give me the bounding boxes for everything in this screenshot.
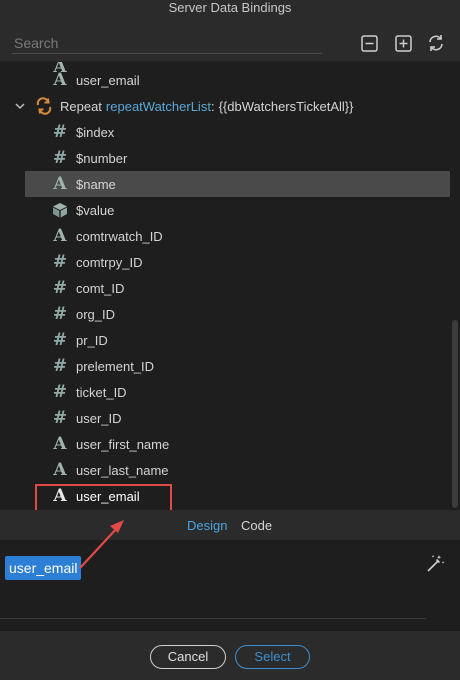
chevron-down-icon[interactable] — [14, 100, 28, 112]
text-type-icon: A — [53, 69, 67, 90]
tree-item-label: user_email — [76, 488, 140, 504]
repeat-icon — [34, 96, 54, 116]
dialog-footer: Cancel Select — [0, 630, 460, 680]
minus-square-icon — [360, 34, 378, 52]
toolbar — [0, 22, 460, 62]
tree-item-repeat[interactable]: Repeat repeatWatcherList: {{dbWatchersTi… — [14, 93, 460, 119]
object-type-icon — [50, 200, 70, 220]
tree-item-label: comtrwatch_ID — [76, 228, 163, 244]
bindings-tree: A A user_email Repeat repeatWatcherList:… — [0, 62, 460, 510]
number-type-icon: # — [52, 251, 68, 272]
refresh-button[interactable] — [426, 33, 446, 53]
tree-item-label: $number — [76, 150, 128, 166]
tree-item-label: user_email — [76, 72, 140, 88]
tree-item-label: $name — [76, 176, 116, 192]
tree-item[interactable]: # comt_ID — [50, 275, 460, 301]
tree-scrollbar[interactable] — [450, 62, 460, 510]
tree-item-label: ticket_ID — [76, 384, 127, 400]
number-type-icon: # — [52, 407, 68, 428]
add-binding-button[interactable] — [393, 33, 413, 53]
editor-tabs: Design Code — [0, 510, 460, 540]
tree-item[interactable]: Auser_last_name — [50, 457, 460, 483]
tree-item[interactable]: Auser_email — [50, 483, 460, 509]
binding-editor[interactable]: user_email — [0, 540, 460, 630]
text-type-icon: A — [53, 459, 67, 480]
tree-item[interactable]: A $name — [25, 171, 450, 197]
tree-item-label: org_ID — [76, 306, 116, 322]
tree-item[interactable]: Acomtrwatch_ID — [50, 223, 460, 249]
refresh-icon — [429, 35, 443, 51]
text-type-icon: A — [53, 433, 67, 454]
number-type-icon: # — [52, 303, 68, 324]
tree-item-label: pr_ID — [76, 332, 108, 348]
number-type-icon: # — [52, 381, 68, 402]
number-type-icon: # — [52, 121, 68, 142]
tree-item-label: comt_ID — [76, 280, 125, 296]
tree-item[interactable]: # $number — [50, 145, 460, 171]
tree-item-label: prelement_ID — [76, 358, 155, 374]
tree-item-label: user_first_name — [76, 436, 170, 452]
editor-divider — [0, 618, 426, 619]
tree-item-label: user_last_name — [76, 462, 169, 478]
number-type-icon: # — [52, 277, 68, 298]
tree-item-label: comtrpy_ID — [76, 254, 143, 270]
tree-item[interactable]: # pr_ID — [50, 327, 460, 353]
number-type-icon: # — [52, 147, 68, 168]
search-input[interactable] — [12, 32, 322, 54]
text-type-icon: A — [53, 173, 67, 194]
tree-item[interactable]: # $index — [50, 119, 460, 145]
tree-item-label: user_ID — [76, 410, 122, 426]
repeat-name: repeatWatcherList: — [105, 98, 215, 114]
repeat-prefix: Repeat — [60, 98, 102, 114]
tab-code[interactable]: Code — [241, 518, 272, 533]
tree-item-label: $index — [76, 124, 115, 140]
collapse-all-button[interactable] — [359, 33, 379, 53]
plus-square-icon — [394, 34, 412, 52]
tree-item-user-email-top[interactable]: A user_email — [50, 67, 460, 93]
select-button[interactable]: Select — [235, 645, 310, 669]
scroll-thumb[interactable] — [452, 320, 458, 508]
tree-item[interactable]: # ticket_ID — [50, 379, 460, 405]
tree-item[interactable]: # org_ID — [50, 301, 460, 327]
magic-wand-button[interactable] — [425, 554, 445, 574]
tree-item-label: $value — [76, 202, 115, 218]
tree-item[interactable]: $value — [50, 197, 460, 223]
tab-design[interactable]: Design — [187, 518, 227, 533]
text-type-icon: A — [53, 225, 67, 246]
tree-item[interactable]: # comtrpy_ID — [50, 249, 460, 275]
text-type-icon: A — [53, 485, 67, 506]
magic-wand-icon — [427, 555, 445, 572]
window-title: Server Data Bindings — [0, 0, 460, 22]
repeat-binding: {{dbWatchersTicketAll}} — [218, 98, 354, 114]
cancel-button[interactable]: Cancel — [150, 645, 226, 669]
number-type-icon: # — [52, 355, 68, 376]
tree-item[interactable]: # user_ID — [50, 405, 460, 431]
number-type-icon: # — [52, 329, 68, 350]
tree-item[interactable]: Auser_first_name — [50, 431, 460, 457]
tree-item[interactable]: # prelement_ID — [50, 353, 460, 379]
binding-token[interactable]: user_email — [5, 556, 82, 580]
